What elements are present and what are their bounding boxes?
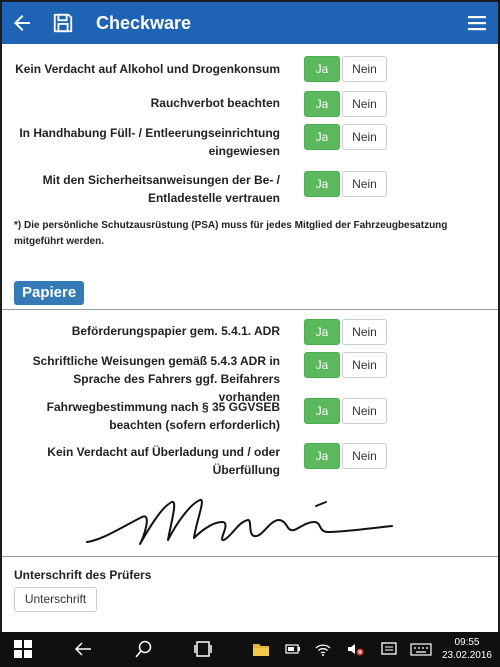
clock[interactable]: 09:55 23.02.2016 [442,636,492,662]
yes-button[interactable]: Ja [304,352,340,378]
no-button[interactable]: Nein [342,91,387,117]
divider [2,309,498,310]
app-title: Checkware [96,13,192,33]
no-button[interactable]: Nein [342,398,387,424]
windows-start-icon[interactable] [14,640,32,658]
no-button[interactable]: Nein [342,56,387,82]
wifi-icon[interactable] [314,640,332,658]
notification-icon[interactable] [380,640,398,658]
clock-time: 09:55 [454,637,480,648]
app-bar: Checkware [2,2,498,44]
check-label: Beförderungspapier gem. 5.4.1. ADR [71,324,280,338]
signature-label: Unterschrift des Prüfers [14,568,152,582]
check-label: Mit den Sicherheitsanweisungen der Be- /… [42,173,280,205]
signature-button[interactable]: Unterschrift [14,587,97,612]
section-badge-papiere: Papiere [14,281,85,305]
search-icon[interactable] [135,640,153,658]
speaker-muted-icon[interactable] [346,640,364,658]
yes-button[interactable]: Ja [304,443,340,469]
yes-button[interactable]: Ja [304,398,340,424]
psa-note: *) Die persönliche Schutzausrüstung (PSA… [14,220,448,247]
yes-button[interactable]: Ja [304,124,340,150]
check-label: Kein Verdacht auf Überladung und / oder … [47,445,280,477]
no-button[interactable]: Nein [342,171,387,197]
task-view-icon[interactable] [194,640,212,658]
form-content: Kein Verdacht auf Alkohol und Drogenkons… [2,44,498,632]
yes-button[interactable]: Ja [304,319,340,345]
no-button[interactable]: Nein [342,124,387,150]
check-label: Rauchverbot beachten [150,96,280,110]
taskbar-back-icon[interactable] [74,640,92,658]
yes-button[interactable]: Ja [304,56,340,82]
no-button[interactable]: Nein [342,319,387,345]
check-label: Fahrwegbestimmung nach § 35 GGVSEB beach… [46,400,280,432]
no-button[interactable]: Nein [342,443,387,469]
check-label: In Handhabung Füll- / Entleerungseinrich… [19,126,280,158]
file-explorer-icon[interactable] [252,640,270,658]
windows-taskbar: 09:55 23.02.2016 [0,632,500,667]
no-button[interactable]: Nein [342,352,387,378]
yes-button[interactable]: Ja [304,91,340,117]
keyboard-icon[interactable] [410,640,432,658]
save-icon[interactable] [52,12,74,34]
signature-drawing [86,499,393,545]
yes-button[interactable]: Ja [304,171,340,197]
battery-icon [285,644,300,654]
check-label: Kein Verdacht auf Alkohol und Drogenkons… [15,62,280,76]
divider [2,556,498,557]
back-arrow-icon[interactable] [10,11,34,35]
clock-date: 23.02.2016 [441,650,492,661]
hamburger-menu-icon[interactable] [468,15,486,31]
